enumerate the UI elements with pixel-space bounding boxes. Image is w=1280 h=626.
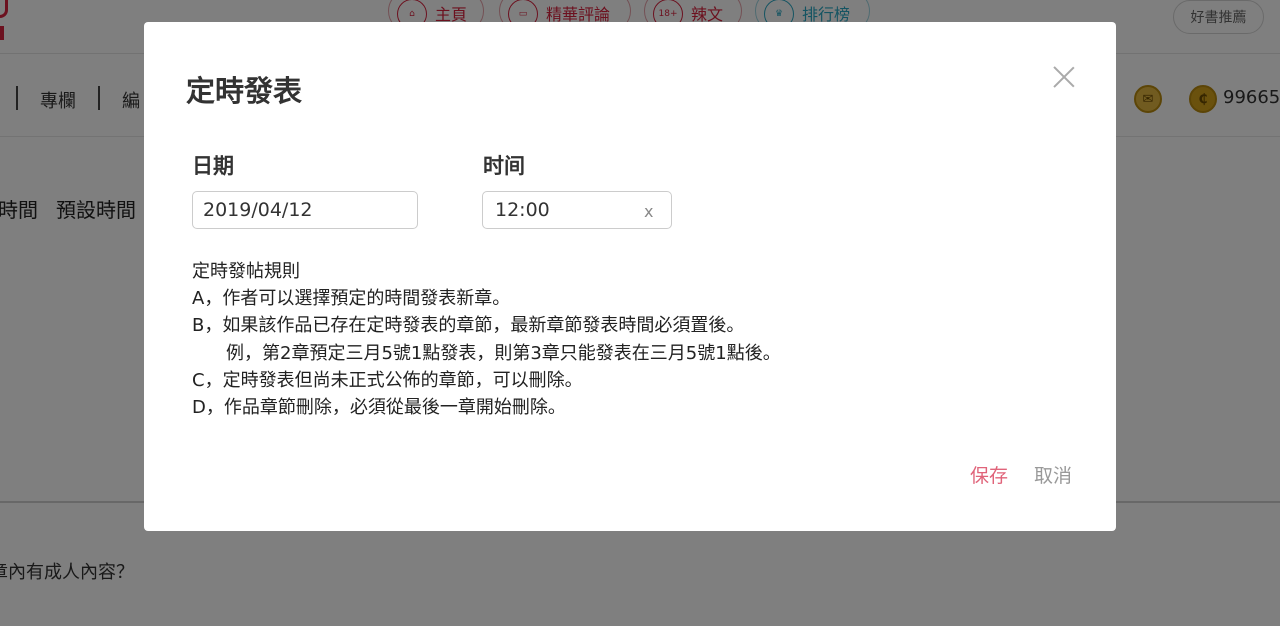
rule-item: D，作品章節刪除，必須從最後一章開始刪除。 [192,397,566,419]
clear-time-button[interactable]: x [644,202,653,221]
dialog-title: 定時發表 [186,74,303,108]
close-icon[interactable] [1052,65,1076,89]
rules-heading: 定時發帖規則 [192,261,300,282]
rule-item: B，如果該作品已存在定時發表的章節，最新章節發表時間必須置後。 [192,315,745,337]
rule-item: C，定時發表但尚未正式公佈的章節，可以刪除。 [192,369,583,391]
date-label: 日期 [192,154,234,178]
rule-item: A，作者可以選擇預定的時間發表新章。 [192,288,511,310]
publish-rules: 定時發帖規則 A，作者可以選擇預定的時間發表新章。 B，如果該作品已存在定時發表… [192,258,781,421]
save-button[interactable]: 保存 [970,461,1008,488]
cancel-button[interactable]: 取消 [1034,461,1072,488]
rule-example: 例，第2章預定三月5號1點發表，則第3章只能發表在三月5號1點後。 [226,342,781,364]
time-label: 时间 [483,154,525,178]
scheduled-publish-dialog: 定時發表 日期 时间 2019/04/12 12:00 x 定時發帖規則 A，作… [144,22,1116,531]
date-input[interactable]: 2019/04/12 [192,191,418,229]
